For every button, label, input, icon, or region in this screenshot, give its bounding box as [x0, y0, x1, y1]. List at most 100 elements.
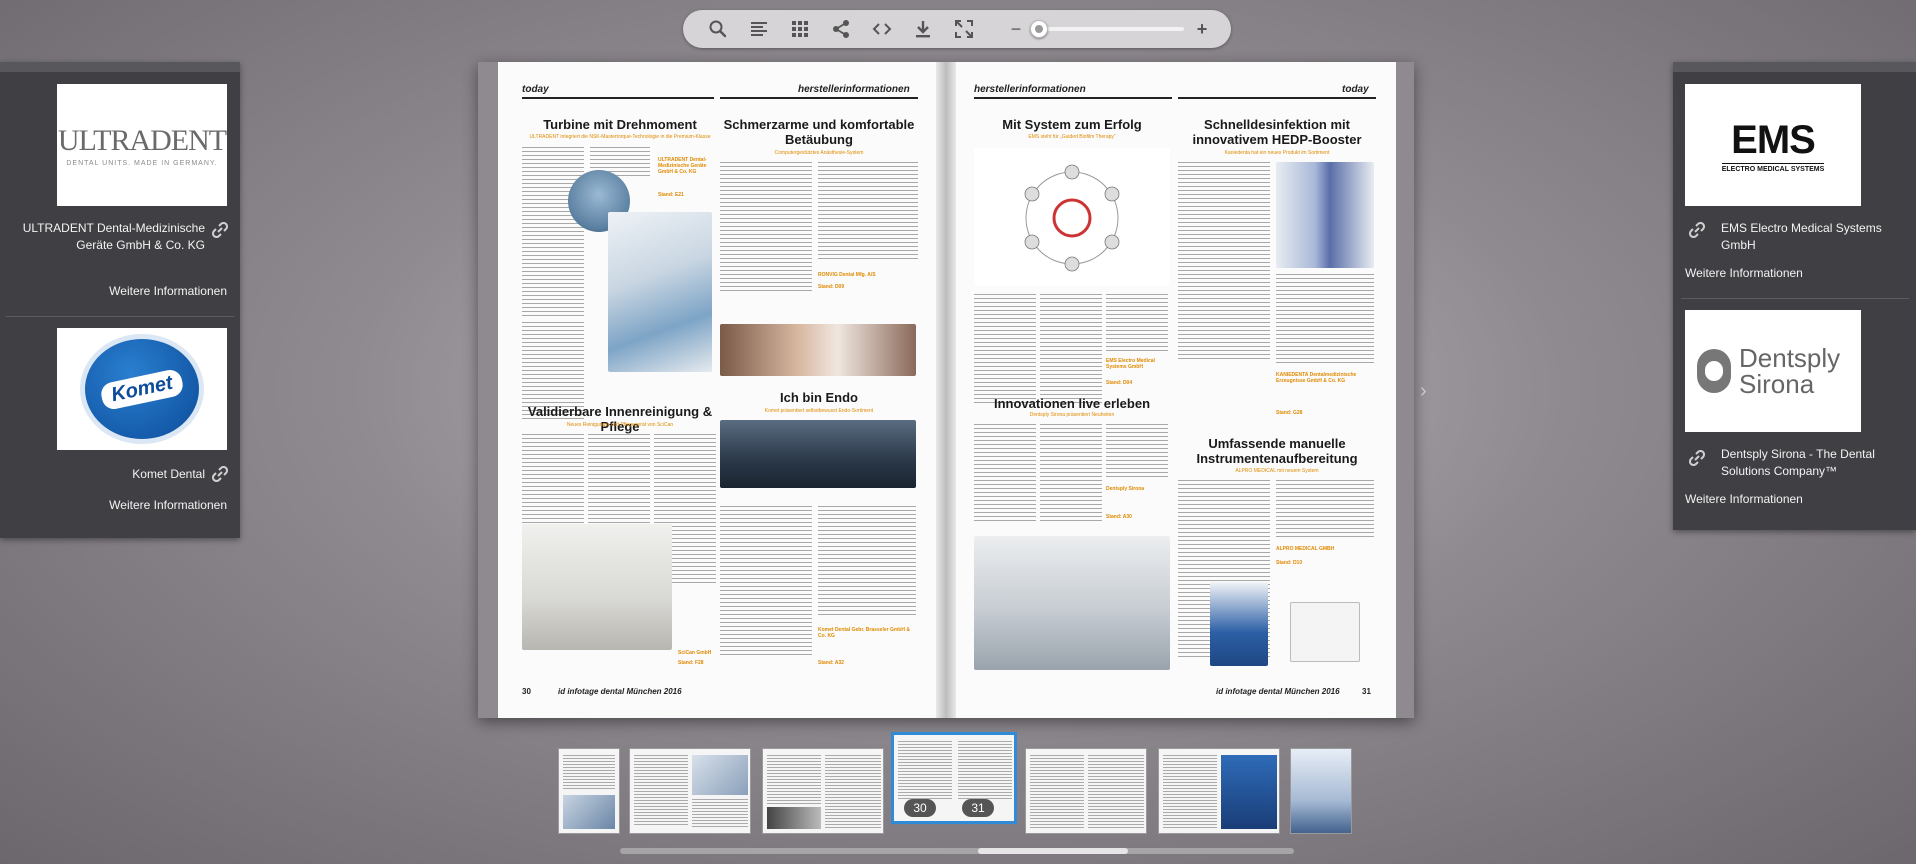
contact-stand: Stand: E21: [658, 192, 684, 198]
article-title: Ich bin Endo: [780, 390, 858, 405]
fullscreen-icon[interactable]: [943, 10, 984, 48]
thumbnail-spread[interactable]: [1025, 748, 1147, 834]
header-rule: [1178, 97, 1376, 99]
article-text: [1106, 424, 1168, 480]
link-icon[interactable]: [1689, 222, 1705, 238]
divider: [6, 316, 234, 317]
article-text: [1106, 294, 1168, 354]
article-text: [1040, 294, 1102, 404]
komet-logo[interactable]: Komet: [57, 328, 227, 450]
brand-mark: today: [522, 84, 549, 95]
sponsor-name-komet: Komet Dental: [132, 467, 205, 481]
ems-logo[interactable]: EMS ELECTRO MEDICAL SYSTEMS: [1685, 84, 1861, 206]
toc-icon[interactable]: [738, 10, 779, 48]
page-number: 30: [522, 687, 531, 696]
embed-icon[interactable]: [861, 10, 902, 48]
article-title: Schnelldesinfektion mit innovativem HEDP…: [1192, 117, 1362, 147]
ultradent-logo[interactable]: ULTRADENT DENTAL UNITS. MADE IN GERMANY.: [57, 84, 227, 206]
search-icon[interactable]: [697, 10, 738, 48]
thumbnail-page-label: 30: [904, 799, 936, 817]
article-text: [1178, 162, 1270, 362]
contact-name: EMS Electro Medical Systems GmbH: [1106, 358, 1155, 370]
header-rule: [720, 97, 918, 99]
section-header: herstellerinformationen: [798, 84, 910, 95]
thumbnail-page-label: 31: [962, 799, 994, 817]
thumbnail-spread-active[interactable]: 30 31: [891, 732, 1017, 824]
contact-stand: Stand: F28: [678, 660, 704, 666]
thumbnail-scrollbar-handle[interactable]: [978, 848, 1128, 854]
article-subtitle: Komet präsentiert selbstbewusst Endo-Sor…: [764, 408, 874, 414]
thumbnail-spread[interactable]: [629, 748, 751, 834]
contact-stand: Stand: A32: [818, 660, 844, 666]
zoom-slider[interactable]: [1030, 20, 1184, 38]
thumbnail-scrollbar[interactable]: [620, 848, 1294, 854]
divider: [1681, 298, 1909, 299]
magazine-spread[interactable]: today herstellerinformationen Turbine mi…: [478, 62, 1414, 718]
contact-name: ULTRADENT Dental-Medizinische Geräte Gmb…: [658, 157, 707, 175]
contact-stand: Stand: D09: [818, 284, 845, 290]
section-header: herstellerinformationen: [974, 84, 1086, 95]
thumbnail-spread[interactable]: [762, 748, 884, 834]
contact-name: Dentsply Sirona: [1106, 486, 1145, 492]
left-sponsor-panel: ULTRADENT DENTAL UNITS. MADE IN GERMANY.…: [0, 62, 240, 538]
sponsor-name-ultradent: ULTRADENT Dental-Medizinische Geräte Gmb…: [22, 221, 205, 252]
article-text: [720, 506, 812, 656]
thumbnail-page[interactable]: [558, 748, 620, 834]
more-info-link-dentsply[interactable]: Weitere Informationen: [1685, 492, 1905, 506]
contact-name: RONVIG Dental Mfg. A/S: [818, 272, 876, 278]
article-subtitle: ULTRADENT integriert die NSK-Mastertorqu…: [529, 134, 711, 140]
book-spine: [936, 62, 956, 718]
more-info-link-komet[interactable]: Weitere Informationen: [10, 498, 227, 512]
page-30[interactable]: today herstellerinformationen Turbine mi…: [498, 62, 938, 718]
link-icon[interactable]: [212, 466, 228, 482]
article-subtitle: EMS steht für „Guided Biofilm Therapy“: [1028, 134, 1116, 140]
page-31[interactable]: herstellerinformationen today Mit System…: [956, 62, 1396, 718]
page-footer: id infotage dental München 2016: [1216, 687, 1340, 696]
scican-device-image: [522, 524, 672, 650]
viewer-toolbar: − +: [683, 10, 1231, 48]
panel-header: [1673, 62, 1916, 72]
article-title: Schmerzarme und komfortable Betäubung: [723, 117, 915, 147]
download-icon[interactable]: [902, 10, 943, 48]
contact-name: Komet Dental Gebr. Brasseler GmbH & Co. …: [818, 627, 910, 639]
header-rule: [522, 97, 714, 99]
contact-stand: Stand: G28: [1276, 410, 1303, 416]
share-icon[interactable]: [820, 10, 861, 48]
biofilm-therapy-diagram: [974, 148, 1170, 286]
link-icon[interactable]: [212, 222, 228, 238]
article-text: [974, 424, 1036, 524]
article-text: [818, 506, 916, 616]
article-subtitle: Dentsply Sirona präsentiert Neuheiten: [1029, 412, 1115, 418]
contact-name: ALPRO MEDICAL GMBH: [1276, 546, 1335, 552]
article-text: [522, 147, 584, 317]
article-text: [818, 162, 918, 262]
article-text: [720, 162, 812, 292]
zoom-in-button[interactable]: +: [1190, 10, 1214, 48]
alpro-package-image: [1290, 602, 1360, 662]
dentsply-sirona-logo[interactable]: Dentsply Sirona: [1685, 310, 1861, 432]
thumbnail-page[interactable]: [1290, 748, 1352, 834]
kaniedenta-product-image: [1276, 162, 1374, 268]
alpro-product-image: [1210, 582, 1268, 666]
right-sponsor-panel: EMS ELECTRO MEDICAL SYSTEMS EMS Electro …: [1673, 62, 1916, 530]
dentsply-products-image: [974, 536, 1170, 670]
page-footer: id infotage dental München 2016: [558, 687, 682, 696]
thumbnail-spread[interactable]: [1158, 748, 1280, 834]
article-title: Umfassende manuelle Instrumentenaufberei…: [1196, 436, 1358, 466]
grid-icon[interactable]: [779, 10, 820, 48]
more-info-link-ultradent[interactable]: Weitere Informationen: [10, 284, 227, 298]
link-icon[interactable]: [1689, 450, 1705, 466]
more-info-link-ems[interactable]: Weitere Informationen: [1685, 266, 1905, 280]
zoom-out-button[interactable]: −: [1004, 10, 1028, 48]
article-text: [974, 294, 1036, 404]
dental-unit-image: [608, 212, 712, 372]
brand-mark: today: [1342, 84, 1369, 95]
sponsor-name-ems: EMS Electro Medical Systems GmbH: [1721, 221, 1882, 252]
article-subtitle: Kaniedenta hat ein neues Produkt im Sort…: [1224, 150, 1330, 156]
article-title: Validierbare Innenreinigung & Pflege: [527, 404, 713, 434]
next-page-arrow-icon[interactable]: ›: [1420, 380, 1427, 403]
article-text: [1276, 480, 1374, 540]
zoom-slider-handle[interactable]: [1030, 20, 1048, 38]
article-subtitle: ALPRO MEDICAL mit neuem System: [1235, 468, 1319, 474]
article-subtitle: Computergestütztes Anästhesie-System: [774, 150, 864, 156]
